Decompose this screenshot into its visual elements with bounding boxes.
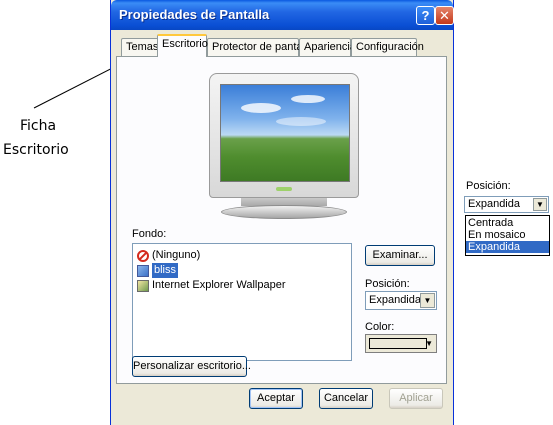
tab-escritorio[interactable]: Escritorio bbox=[157, 34, 208, 57]
position-label: Posición: bbox=[365, 278, 410, 290]
chevron-down-icon[interactable]: ▼ bbox=[420, 293, 435, 308]
position-option-en-mosaico[interactable]: En mosaico bbox=[466, 229, 549, 241]
close-button[interactable]: ✕ bbox=[435, 6, 454, 25]
popup-position-label: Posición: bbox=[466, 180, 511, 192]
list-item[interactable]: bliss bbox=[137, 263, 179, 278]
list-item-label: bliss bbox=[152, 263, 179, 278]
monitor-preview bbox=[209, 73, 359, 198]
display-properties-dialog: Propiedades de Pantalla ? ✕ Temas Escrit… bbox=[110, 0, 454, 425]
color-picker-button[interactable]: ▼ bbox=[365, 334, 437, 353]
cancel-button[interactable]: Cancelar bbox=[319, 388, 373, 409]
ie-wallpaper-icon bbox=[137, 279, 149, 292]
popup-position-select[interactable]: Expandida ▼ bbox=[464, 196, 549, 213]
tab-callout-text-2: Escritorio bbox=[3, 142, 69, 158]
title-bar[interactable]: Propiedades de Pantalla ? ✕ bbox=[111, 0, 454, 30]
background-label: Fondo: bbox=[132, 228, 167, 240]
color-label: Color: bbox=[365, 321, 395, 333]
bitmap-file-icon bbox=[137, 264, 149, 277]
position-option-centrada[interactable]: Centrada bbox=[466, 217, 549, 229]
help-button[interactable]: ? bbox=[416, 6, 435, 25]
background-listbox[interactable]: (Ninguno) bliss Internet Explorer Wallpa… bbox=[132, 243, 352, 361]
chevron-down-icon: ▼ bbox=[425, 339, 433, 348]
position-select-value: Expandida bbox=[369, 294, 421, 306]
tab-configuracion[interactable]: Configuración bbox=[351, 38, 424, 56]
ok-button[interactable]: Aceptar bbox=[249, 388, 303, 409]
list-item-label: Internet Explorer Wallpaper bbox=[152, 279, 286, 291]
list-item[interactable]: Internet Explorer Wallpaper bbox=[137, 278, 286, 293]
position-option-expandida[interactable]: Expandida bbox=[466, 241, 549, 253]
escritorio-tab-panel: Fondo: (Ninguno) bliss Internet Explorer… bbox=[116, 56, 447, 384]
browse-button[interactable]: Examinar... bbox=[365, 245, 435, 266]
monitor-stand-base bbox=[221, 205, 347, 219]
wallpaper-preview bbox=[220, 84, 350, 182]
chevron-down-icon[interactable]: ▼ bbox=[533, 198, 547, 211]
color-swatch bbox=[369, 338, 427, 349]
window-title: Propiedades de Pantalla bbox=[119, 7, 270, 22]
list-item[interactable]: (Ninguno) bbox=[137, 248, 200, 263]
position-options-list: Centrada En mosaico Expandida bbox=[465, 215, 550, 256]
tab-callout-text-1: Ficha bbox=[20, 118, 57, 134]
tab-temas[interactable]: Temas bbox=[121, 38, 159, 56]
list-item-label: (Ninguno) bbox=[152, 249, 201, 261]
popup-position-select-value: Expandida bbox=[468, 198, 520, 210]
position-select[interactable]: Expandida ▼ bbox=[365, 291, 437, 310]
power-led-icon bbox=[276, 187, 292, 191]
tab-protector-de-pantalla[interactable]: Protector de pantalla bbox=[207, 38, 314, 56]
no-symbol-icon bbox=[137, 249, 149, 262]
apply-button[interactable]: Aplicar bbox=[389, 388, 443, 409]
tab-apariencia[interactable]: Apariencia bbox=[299, 38, 356, 56]
customize-desktop-button[interactable]: Personalizar escritorio... bbox=[132, 356, 251, 377]
